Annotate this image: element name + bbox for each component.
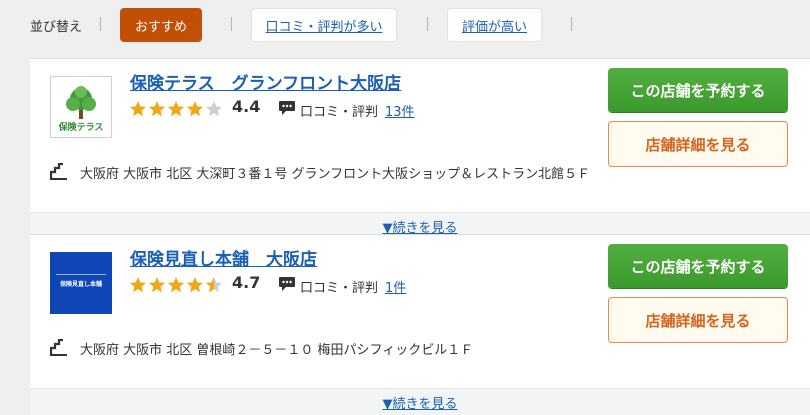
company-logo-icon: 保険見直し本舗 <box>56 274 106 288</box>
rating-value: 4.7 <box>232 273 261 292</box>
logo-text: 保険テラス <box>58 121 104 133</box>
star-icon <box>149 277 165 293</box>
logo-text: 保険見直し本舗 <box>59 280 102 288</box>
divider <box>100 17 101 31</box>
star-icon <box>130 101 146 117</box>
show-more-link[interactable]: ▼続きを見る <box>383 393 458 412</box>
review-count-link[interactable]: 13件 <box>385 101 415 120</box>
speech-bubble-icon <box>279 277 295 291</box>
shop-card: 保険見直し本舗 保険見直し本舗 大阪店 4.7 口コミ・評判 1件 大阪府 大阪… <box>30 234 810 415</box>
tree-logo-icon: 保険テラス <box>58 86 104 133</box>
expand-bar: ▼続きを見る <box>30 388 810 415</box>
shop-address: 大阪府 大阪市 北区 曽根崎２－５－１０ 梅田パシフィックビル１Ｆ <box>80 343 474 358</box>
divider <box>231 17 232 31</box>
sort-bar: 並び替え おすすめ 口コミ・評判が多い 評価が高い <box>0 0 810 52</box>
divider <box>427 17 428 31</box>
shop-logo: 保険見直し本舗 <box>50 252 112 314</box>
star-icon <box>168 277 184 293</box>
shop-detail-button[interactable]: 店舗詳細を見る <box>608 297 788 343</box>
star-icon <box>149 101 165 117</box>
rating-stars <box>130 277 222 293</box>
star-icon <box>168 101 184 117</box>
shop-name-link[interactable]: 保険見直し本舗 大阪店 <box>130 245 317 270</box>
shop-card: 保険テラス 保険テラス グランフロント大阪店 4.4 口コミ・評判 13件 大阪… <box>30 58 810 239</box>
shop-name-link[interactable]: 保険テラス グランフロント大阪店 <box>130 69 401 94</box>
review-count-link[interactable]: 1件 <box>385 277 406 296</box>
reserve-button[interactable]: この店舗を予約する <box>608 68 788 112</box>
sort-label: 並び替え <box>30 20 83 35</box>
building-icon <box>50 339 67 356</box>
reserve-button[interactable]: この店舗を予約する <box>608 244 788 288</box>
show-more-link[interactable]: ▼続きを見る <box>383 217 458 236</box>
sort-highest-rated-button[interactable]: 評価が高い <box>447 8 542 42</box>
star-icon <box>187 101 203 117</box>
speech-bubble-icon <box>279 101 295 115</box>
sort-recommended-button[interactable]: おすすめ <box>120 8 202 42</box>
shop-logo: 保険テラス <box>50 76 112 138</box>
star-icon <box>187 277 203 293</box>
divider <box>571 17 572 31</box>
rating-stars <box>130 101 222 117</box>
star-empty-icon <box>206 101 222 117</box>
rating-value: 4.4 <box>232 97 261 116</box>
sort-most-reviews-button[interactable]: 口コミ・評判が多い <box>251 8 397 42</box>
star-half-icon <box>206 277 222 293</box>
shop-address: 大阪府 大阪市 北区 大深町３番１号 グランフロント大阪ショップ＆レストラン北館… <box>80 167 591 182</box>
building-icon <box>50 163 67 180</box>
review-label: 口コミ・評判 <box>300 105 379 120</box>
shop-detail-button[interactable]: 店舗詳細を見る <box>608 121 788 167</box>
review-label: 口コミ・評判 <box>300 281 379 296</box>
star-icon <box>130 277 146 293</box>
